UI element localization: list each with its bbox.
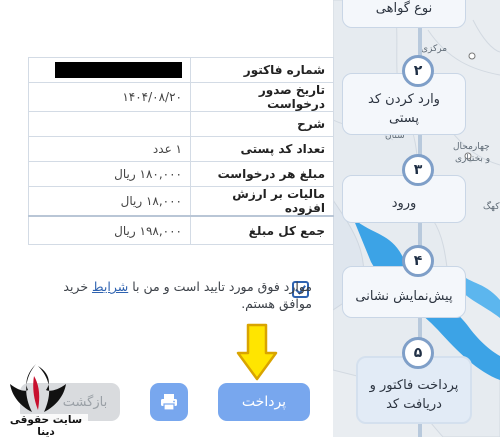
printer-icon	[161, 394, 177, 411]
print-button[interactable]	[150, 383, 188, 421]
step-1-card[interactable]: نوع گواهی	[342, 0, 466, 28]
map-label-charmahal: چهارمحال	[453, 142, 490, 152]
table-row: تاریخ صدور درخواست ۱۴۰۴/۰۸/۲۰	[28, 82, 334, 112]
invoice-value: ۱ عدد	[28, 136, 191, 162]
table-row: مالیات بر ارزش افزوده ۱۸,۰۰۰ ریال	[28, 186, 334, 217]
invoice-key: تاریخ صدور درخواست	[190, 82, 334, 112]
invoice-total-value: ۱۹۸,۰۰۰ ریال	[28, 215, 191, 245]
step-4-label: پیش‌نمایش نشانی	[355, 288, 453, 304]
table-row: تعداد کد پستی ۱ عدد	[28, 136, 334, 162]
map-label-bakhtiari: و بختیاری	[455, 154, 491, 164]
table-row-total: جمع کل مبلغ ۱۹۸,۰۰۰ ریال	[28, 215, 334, 245]
site-logo	[10, 364, 66, 412]
map-label-kohgiluyeh: کهگ	[483, 202, 500, 212]
invoice-key: شماره فاکتور	[190, 57, 334, 83]
step-2-number: ۲	[402, 55, 434, 87]
step-3-number: ۳	[402, 154, 434, 186]
step-4-card[interactable]: پیش‌نمایش نشانی	[342, 266, 466, 318]
invoice-value	[28, 111, 191, 137]
step-3-label: ورود	[391, 195, 417, 211]
invoice-key: مبلغ هر درخواست	[190, 161, 334, 187]
redacted-block	[55, 62, 182, 78]
invoice-value: ۱۸,۰۰۰ ریال	[28, 186, 191, 217]
terms-text-before: موارد فوق مورد تایید است و من با	[128, 279, 312, 294]
invoice-value: ۱۸۰,۰۰۰ ریال	[28, 161, 191, 187]
step-4-number: ۴	[402, 245, 434, 277]
step-3-card[interactable]: ورود	[342, 175, 466, 223]
table-row: شرح	[28, 111, 334, 137]
step-2-card[interactable]: وارد کردن کد پستی	[342, 73, 466, 135]
map-label-markazi: مرکزی	[421, 44, 448, 54]
step-2-label: وارد کردن کد پستی	[368, 92, 440, 126]
invoice-key: شرح	[190, 111, 334, 137]
invoice-key: تعداد کد پستی	[190, 136, 334, 162]
down-arrow-icon	[236, 323, 278, 381]
terms-text: موارد فوق مورد تایید است و من با شرایط خ…	[40, 279, 312, 313]
pay-button-label: پرداخت	[241, 394, 287, 410]
pay-button[interactable]: پرداخت	[218, 383, 310, 421]
invoice-number-value	[28, 57, 191, 83]
invoice-total-key: جمع کل مبلغ	[190, 215, 334, 245]
table-row: شماره فاکتور	[28, 57, 334, 83]
invoice-value: ۱۴۰۴/۰۸/۲۰	[28, 82, 191, 112]
table-row: مبلغ هر درخواست ۱۸۰,۰۰۰ ریال	[28, 161, 334, 187]
step-1-label: نوع گواهی	[375, 0, 433, 16]
step-5-number: ۵	[402, 337, 434, 369]
invoice-table: شماره فاکتور تاریخ صدور درخواست ۱۴۰۴/۰۸/…	[28, 57, 334, 245]
terms-link[interactable]: شرایط	[92, 279, 128, 294]
logo-text: سایت حقوقی دینا	[4, 414, 88, 438]
step-5-label: پرداخت فاکتور و دریافت کد	[369, 378, 459, 412]
invoice-key: مالیات بر ارزش افزوده	[190, 186, 334, 217]
map-panel: مرکزی چهارمحال و بختیاری ستان کهگ نوع گو…	[333, 0, 500, 437]
